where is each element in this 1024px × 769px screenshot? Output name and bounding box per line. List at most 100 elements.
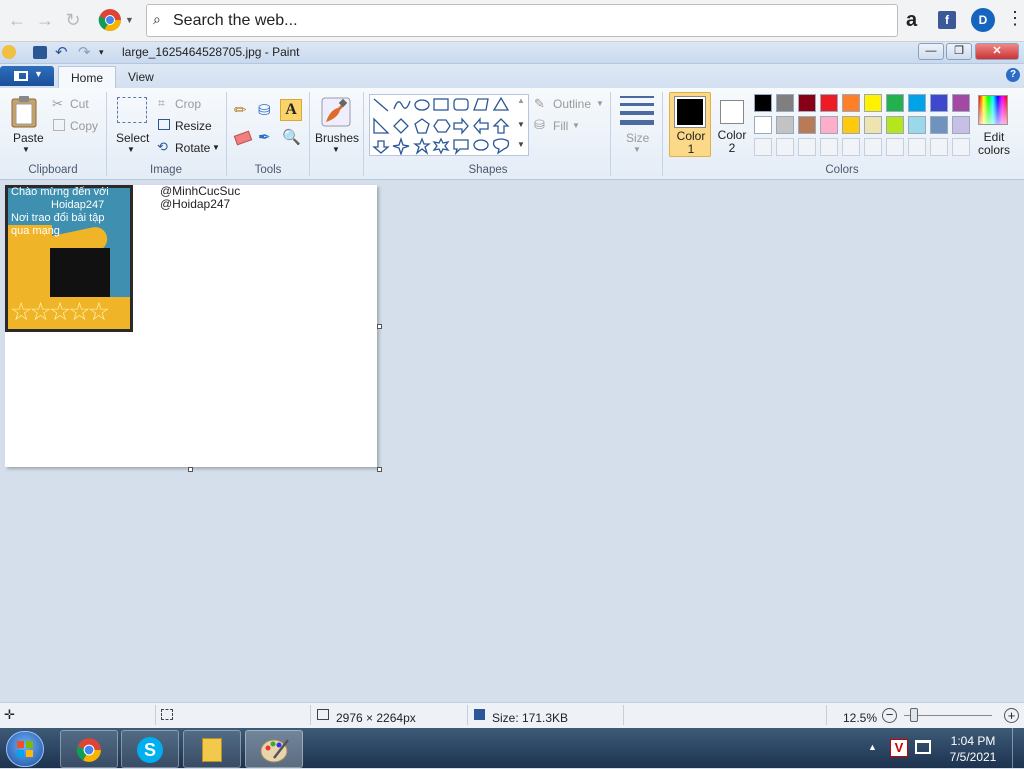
minimize-button[interactable]: — xyxy=(918,43,944,60)
scroll-down-icon[interactable]: ▼ xyxy=(517,120,525,129)
pasted-image[interactable]: ☆☆☆☆☆ Chào mừng đến với Hoidap247 Nơi tr… xyxy=(5,185,133,332)
file-menu-button[interactable]: ▼ xyxy=(0,66,54,86)
resize-handle[interactable] xyxy=(188,467,193,472)
more-icon[interactable]: ⋮ xyxy=(1006,8,1024,28)
reload-icon[interactable]: ↻ xyxy=(62,9,84,31)
size-icon[interactable] xyxy=(620,96,654,125)
forward-icon[interactable]: → xyxy=(34,9,56,31)
network-icon[interactable] xyxy=(915,740,931,754)
clock[interactable]: 1:04 PM 7/5/2021 xyxy=(940,733,1006,765)
palette-custom-slot[interactable] xyxy=(798,138,816,156)
expand-gallery-icon[interactable]: ▼ xyxy=(517,140,525,149)
zoom-out-icon[interactable]: − xyxy=(882,708,897,723)
palette-custom-slot[interactable] xyxy=(864,138,882,156)
fill-bucket-icon[interactable]: ⛁ xyxy=(258,101,271,119)
palette-color-swatch[interactable] xyxy=(754,94,772,112)
color-picker-icon[interactable]: ✒ xyxy=(258,128,271,146)
back-icon[interactable]: ← xyxy=(6,9,28,31)
palette-color-swatch[interactable] xyxy=(798,116,816,134)
palette-custom-slot[interactable] xyxy=(952,138,970,156)
redo-icon[interactable]: ↷ xyxy=(78,43,91,61)
palette-custom-slot[interactable] xyxy=(886,138,904,156)
resize-handle[interactable] xyxy=(377,324,382,329)
search-input[interactable]: ⌕ Search the web... xyxy=(146,4,898,37)
quick-access-menu-icon[interactable]: ▾ xyxy=(99,47,104,58)
chevron-down-icon[interactable]: ▼ xyxy=(332,145,340,154)
select-button[interactable]: Select xyxy=(116,131,149,145)
palette-color-swatch[interactable] xyxy=(798,94,816,112)
edit-colors-button[interactable]: Edit colors xyxy=(974,131,1014,157)
chevron-down-icon[interactable]: ▼ xyxy=(22,145,30,154)
chevron-down-icon[interactable]: ▼ xyxy=(212,143,220,152)
palette-custom-slot[interactable] xyxy=(820,138,838,156)
scroll-up-icon[interactable]: ▲ xyxy=(517,96,525,105)
maximize-button[interactable]: ❐ xyxy=(946,43,972,60)
palette-custom-slot[interactable] xyxy=(930,138,948,156)
palette-color-swatch[interactable] xyxy=(776,94,794,112)
palette-color-swatch[interactable] xyxy=(820,94,838,112)
tab-view[interactable]: View xyxy=(116,66,166,88)
chevron-down-icon[interactable]: ▼ xyxy=(125,15,134,25)
shapes-gallery[interactable] xyxy=(369,94,529,157)
tab-home[interactable]: Home xyxy=(58,66,117,88)
palette-color-swatch[interactable] xyxy=(864,94,882,112)
palette-custom-slot[interactable] xyxy=(842,138,860,156)
color2-button[interactable]: Color 2 xyxy=(714,92,750,157)
fill-button[interactable]: Fill xyxy=(553,119,568,133)
size-button[interactable]: Size xyxy=(626,131,649,145)
chevron-down-icon[interactable]: ▼ xyxy=(127,145,135,154)
palette-color-swatch[interactable] xyxy=(754,116,772,134)
crop-button[interactable]: Crop xyxy=(175,97,201,111)
chevron-down-icon[interactable]: ▼ xyxy=(633,145,641,154)
magnifier-icon[interactable]: 🔍 xyxy=(282,128,301,146)
show-desktop-button[interactable] xyxy=(1012,728,1024,768)
paint-app-icon[interactable] xyxy=(2,45,16,59)
palette-color-swatch[interactable] xyxy=(930,116,948,134)
resize-handle[interactable] xyxy=(377,467,382,472)
palette-color-swatch[interactable] xyxy=(908,94,926,112)
zoom-slider-thumb[interactable] xyxy=(910,708,918,722)
undo-icon[interactable]: ↶ xyxy=(55,43,68,61)
palette-color-swatch[interactable] xyxy=(952,116,970,134)
paste-button[interactable] xyxy=(10,95,44,131)
close-button[interactable]: ✕ xyxy=(975,43,1019,60)
amazon-icon[interactable]: a xyxy=(906,10,917,30)
vietkey-icon[interactable]: V xyxy=(890,739,908,757)
facebook-icon[interactable]: f xyxy=(938,11,956,29)
palette-custom-slot[interactable] xyxy=(754,138,772,156)
pencil-icon[interactable]: ✏ xyxy=(234,101,247,119)
palette-color-swatch[interactable] xyxy=(864,116,882,134)
palette-color-swatch[interactable] xyxy=(842,94,860,112)
taskbar-skype[interactable]: S xyxy=(121,730,179,768)
palette-custom-slot[interactable] xyxy=(908,138,926,156)
edit-colors-icon[interactable] xyxy=(978,95,1008,125)
palette-color-swatch[interactable] xyxy=(908,116,926,134)
palette-color-swatch[interactable] xyxy=(886,94,904,112)
resize-button[interactable]: Resize xyxy=(175,119,212,133)
cut-button[interactable]: Cut xyxy=(70,97,89,111)
color1-button[interactable]: Color 1 xyxy=(669,92,711,157)
outline-button[interactable]: Outline xyxy=(553,97,591,111)
palette-color-swatch[interactable] xyxy=(842,116,860,134)
start-button[interactable] xyxy=(6,731,44,767)
palette-color-swatch[interactable] xyxy=(776,116,794,134)
taskbar-paint[interactable] xyxy=(245,730,303,768)
rotate-button[interactable]: Rotate xyxy=(175,141,210,155)
chevron-down-icon[interactable]: ▼ xyxy=(572,121,580,130)
brushes-button[interactable]: Brushes xyxy=(315,131,359,145)
select-icon[interactable] xyxy=(117,97,147,123)
palette-color-swatch[interactable] xyxy=(930,94,948,112)
chevron-down-icon[interactable]: ▼ xyxy=(596,99,604,108)
brushes-icon[interactable] xyxy=(320,96,352,128)
help-icon[interactable]: ? xyxy=(1006,68,1020,82)
show-hidden-icons[interactable]: ▲ xyxy=(868,742,877,752)
palette-custom-slot[interactable] xyxy=(776,138,794,156)
taskbar-chrome[interactable] xyxy=(60,730,118,768)
chrome-icon[interactable] xyxy=(98,8,122,32)
taskbar-explorer[interactable] xyxy=(183,730,241,768)
palette-color-swatch[interactable] xyxy=(886,116,904,134)
save-icon[interactable] xyxy=(33,46,47,59)
palette-color-swatch[interactable] xyxy=(820,116,838,134)
palette-color-swatch[interactable] xyxy=(952,94,970,112)
d-icon[interactable]: D xyxy=(971,8,995,32)
